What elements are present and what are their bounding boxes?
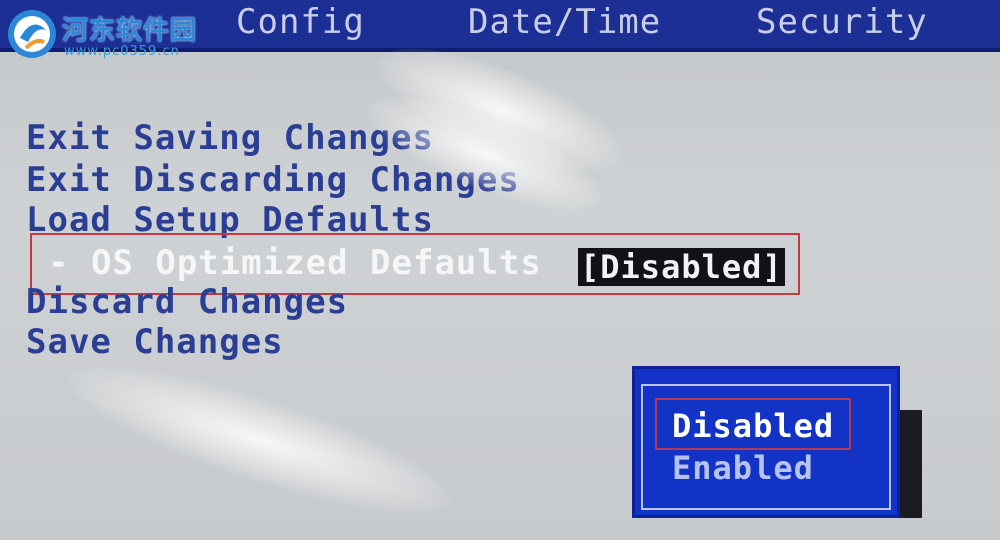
hedong-logo-icon: [8, 10, 56, 58]
menu-exit-discarding-changes[interactable]: Exit Discarding Changes: [26, 160, 520, 200]
watermark-url: www.pc0359.cn: [64, 44, 180, 59]
popup-shadow: [900, 410, 922, 518]
os-optimized-defaults-value[interactable]: [Disabled]: [578, 248, 785, 286]
screen-glare-bottom: [57, 340, 463, 540]
bios-screen: Config Date/Time Security 河东软件园 www.pc03…: [0, 0, 1000, 540]
menu-discard-changes[interactable]: Discard Changes: [26, 282, 348, 322]
option-disabled[interactable]: Disabled: [672, 406, 834, 446]
menu-os-optimized-defaults[interactable]: - OS Optimized Defaults: [48, 243, 542, 283]
menu-exit-saving-changes[interactable]: Exit Saving Changes: [26, 118, 434, 158]
tab-date-time[interactable]: Date/Time: [468, 2, 661, 42]
tab-config[interactable]: Config: [236, 2, 365, 42]
watermark-title: 河东软件园: [62, 16, 198, 46]
tab-security[interactable]: Security: [756, 2, 928, 42]
os-optimized-value-text: [Disabled]: [578, 248, 785, 286]
option-enabled[interactable]: Enabled: [672, 448, 814, 488]
menu-save-changes[interactable]: Save Changes: [26, 322, 284, 362]
